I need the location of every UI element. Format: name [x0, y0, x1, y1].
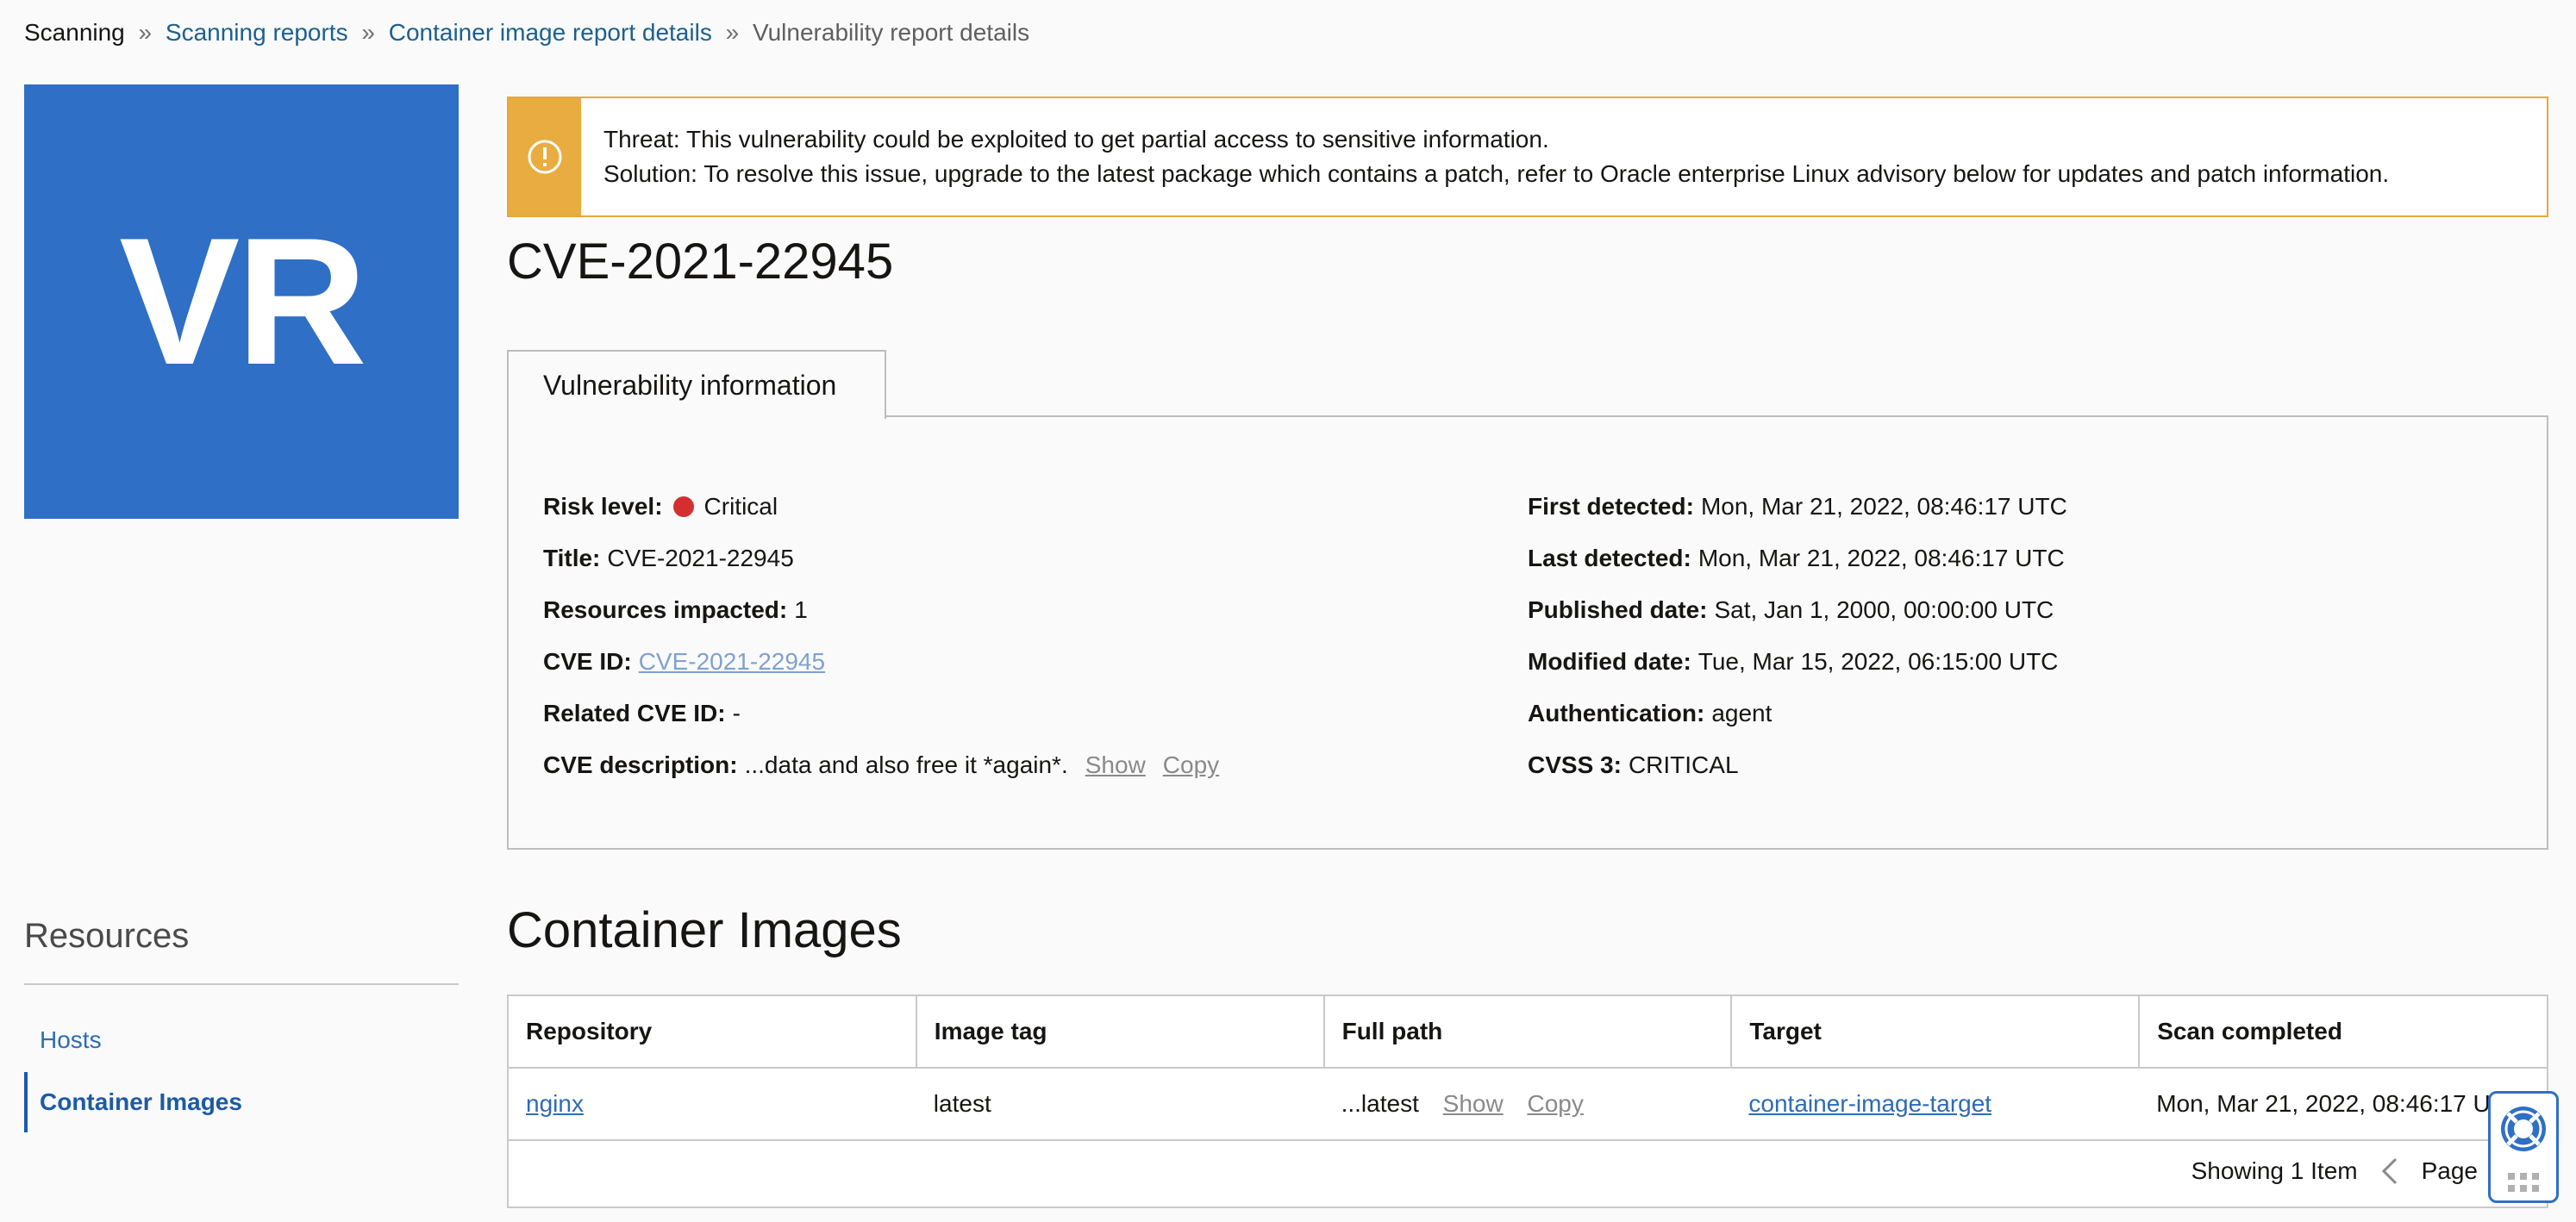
- container-images-table: Repository Image tag Full path Target Sc…: [507, 994, 2548, 1208]
- cvss3-value: CRITICAL: [1628, 751, 1739, 778]
- description-copy-link[interactable]: Copy: [1163, 748, 1219, 782]
- column-header-scan-completed[interactable]: Scan completed: [2139, 996, 2547, 1069]
- first-detected-label: First detected:: [1528, 493, 1694, 520]
- showing-count: Showing 1 Item: [2191, 1157, 2358, 1184]
- cell-repository: nginx: [509, 1068, 916, 1141]
- resources-item-container-images[interactable]: Container Images: [24, 1072, 459, 1132]
- info-column-left: Risk level: Critical Title: CVE-2021-229…: [543, 481, 1219, 791]
- breadcrumb-separator: »: [725, 19, 740, 46]
- banner-threat: Threat: This vulnerability could be expl…: [603, 126, 1549, 153]
- cve-description-row: CVE description: ...data and also free i…: [543, 739, 1219, 791]
- cvss3-row: CVSS 3: CRITICAL: [1528, 739, 2067, 791]
- resources-impacted-label: Resources impacted:: [543, 596, 788, 623]
- cve-id-label: CVE ID:: [543, 648, 632, 675]
- last-detected-row: Last detected: Mon, Mar 21, 2022, 08:46:…: [1528, 533, 2067, 584]
- chevron-left-icon: [2381, 1157, 2397, 1185]
- cell-full-path: ...latest Show Copy: [1323, 1068, 1732, 1141]
- breadcrumb: Scanning » Scanning reports » Container …: [24, 17, 1029, 48]
- cell-target: container-image-target: [1731, 1068, 2140, 1141]
- column-header-full-path[interactable]: Full path: [1323, 996, 1733, 1069]
- risk-level-value: Critical: [703, 493, 778, 520]
- modified-date-row: Modified date: Tue, Mar 15, 2022, 06:15:…: [1528, 636, 2067, 688]
- cve-id-row: CVE ID: CVE-2021-22945: [543, 636, 1219, 688]
- container-images-grid: Repository Image tag Full path Target Sc…: [509, 996, 2547, 1141]
- exclamation-circle-icon: [528, 140, 562, 174]
- container-images-heading: Container Images: [507, 902, 902, 958]
- resources-item-hosts[interactable]: Hosts: [24, 1010, 459, 1070]
- modified-date-value: Tue, Mar 15, 2022, 06:15:00 UTC: [1698, 648, 2059, 675]
- full-path-show-link[interactable]: Show: [1443, 1090, 1504, 1117]
- authentication-row: Authentication: agent: [1528, 688, 2067, 739]
- previous-page-button[interactable]: [2380, 1157, 2399, 1186]
- risk-level-label: Risk level:: [543, 493, 663, 520]
- vulnerability-info-panel: Risk level: Critical Title: CVE-2021-229…: [507, 415, 2548, 850]
- repository-link[interactable]: nginx: [526, 1090, 584, 1117]
- published-date-label: Published date:: [1528, 596, 1708, 623]
- drag-handle-icon[interactable]: [2508, 1172, 2539, 1192]
- resources-divider: [24, 983, 459, 985]
- info-column-right: First detected: Mon, Mar 21, 2022, 08:46…: [1528, 481, 2067, 791]
- cve-description-value: ...data and also free it *again*.: [744, 751, 1068, 778]
- last-detected-value: Mon, Mar 21, 2022, 08:46:17 UTC: [1698, 545, 2065, 571]
- title-label: Title:: [543, 545, 601, 571]
- threat-banner: Threat: This vulnerability could be expl…: [507, 97, 2548, 217]
- risk-level-row: Risk level: Critical: [543, 481, 1219, 533]
- published-date-row: Published date: Sat, Jan 1, 2000, 00:00:…: [1528, 584, 2067, 636]
- first-detected-value: Mon, Mar 21, 2022, 08:46:17 UTC: [1700, 493, 2067, 520]
- critical-status-dot-icon: [672, 496, 694, 517]
- breadcrumb-scanning: Scanning: [24, 19, 125, 46]
- help-widget-button[interactable]: [2488, 1091, 2559, 1203]
- lifebuoy-icon: [2501, 1106, 2546, 1151]
- page-label: Page: [2421, 1157, 2478, 1184]
- table-pagination: Showing 1 Item Page: [2191, 1157, 2478, 1186]
- cve-id-link[interactable]: CVE-2021-22945: [639, 645, 825, 679]
- last-detected-label: Last detected:: [1528, 545, 1691, 571]
- modified-date-label: Modified date:: [1528, 648, 1691, 675]
- resources-heading: Resources: [24, 917, 190, 955]
- avatar-initials: VR: [119, 200, 367, 402]
- full-path-copy-link[interactable]: Copy: [1527, 1090, 1583, 1117]
- full-path-value: ...latest: [1341, 1090, 1419, 1117]
- table-row: nginx latest ...latest Show Copy contain…: [509, 1068, 2547, 1141]
- target-link[interactable]: container-image-target: [1748, 1090, 1991, 1117]
- cell-scan-completed: Mon, Mar 21, 2022, 08:46:17 U: [2139, 1068, 2547, 1141]
- tab-vulnerability-information[interactable]: Vulnerability information: [507, 350, 886, 419]
- authentication-label: Authentication:: [1528, 700, 1705, 726]
- related-cve-value: -: [732, 700, 741, 726]
- banner-text: Threat: This vulnerability could be expl…: [581, 98, 2389, 215]
- breadcrumb-scanning-reports-link[interactable]: Scanning reports: [166, 19, 348, 46]
- resources-item-label: Container Images: [40, 1088, 242, 1115]
- first-detected-row: First detected: Mon, Mar 21, 2022, 08:46…: [1528, 481, 2067, 533]
- breadcrumb-separator: »: [138, 19, 153, 46]
- breadcrumb-separator: »: [361, 19, 375, 46]
- column-header-repository[interactable]: Repository: [509, 996, 917, 1069]
- resources-impacted-row: Resources impacted: 1: [543, 584, 1219, 636]
- published-date-value: Sat, Jan 1, 2000, 00:00:00 UTC: [1714, 596, 2054, 623]
- breadcrumb-current: Vulnerability report details: [752, 19, 1030, 46]
- related-cve-label: Related CVE ID:: [543, 700, 726, 726]
- tab-label: Vulnerability information: [543, 369, 837, 401]
- banner-solution: Solution: To resolve this issue, upgrade…: [603, 160, 2390, 187]
- table-header-row: Repository Image tag Full path Target Sc…: [509, 996, 2547, 1069]
- related-cve-row: Related CVE ID: -: [543, 688, 1219, 739]
- description-show-link[interactable]: Show: [1085, 748, 1146, 782]
- column-header-image-tag[interactable]: Image tag: [916, 996, 1325, 1069]
- cve-description-label: CVE description:: [543, 751, 738, 778]
- column-header-target[interactable]: Target: [1731, 996, 2141, 1069]
- cvss3-label: CVSS 3:: [1528, 751, 1622, 778]
- title-value: CVE-2021-22945: [607, 545, 794, 571]
- banner-icon-box: [509, 98, 581, 215]
- cell-image-tag: latest: [916, 1068, 1324, 1141]
- resources-item-label: Hosts: [40, 1026, 102, 1053]
- resources-impacted-value: 1: [794, 596, 808, 623]
- breadcrumb-container-report-link[interactable]: Container image report details: [389, 19, 712, 46]
- authentication-value: agent: [1711, 700, 1773, 726]
- resource-avatar: VR: [24, 84, 459, 519]
- title-row: Title: CVE-2021-22945: [543, 533, 1219, 584]
- page-title: CVE-2021-22945: [507, 234, 894, 290]
